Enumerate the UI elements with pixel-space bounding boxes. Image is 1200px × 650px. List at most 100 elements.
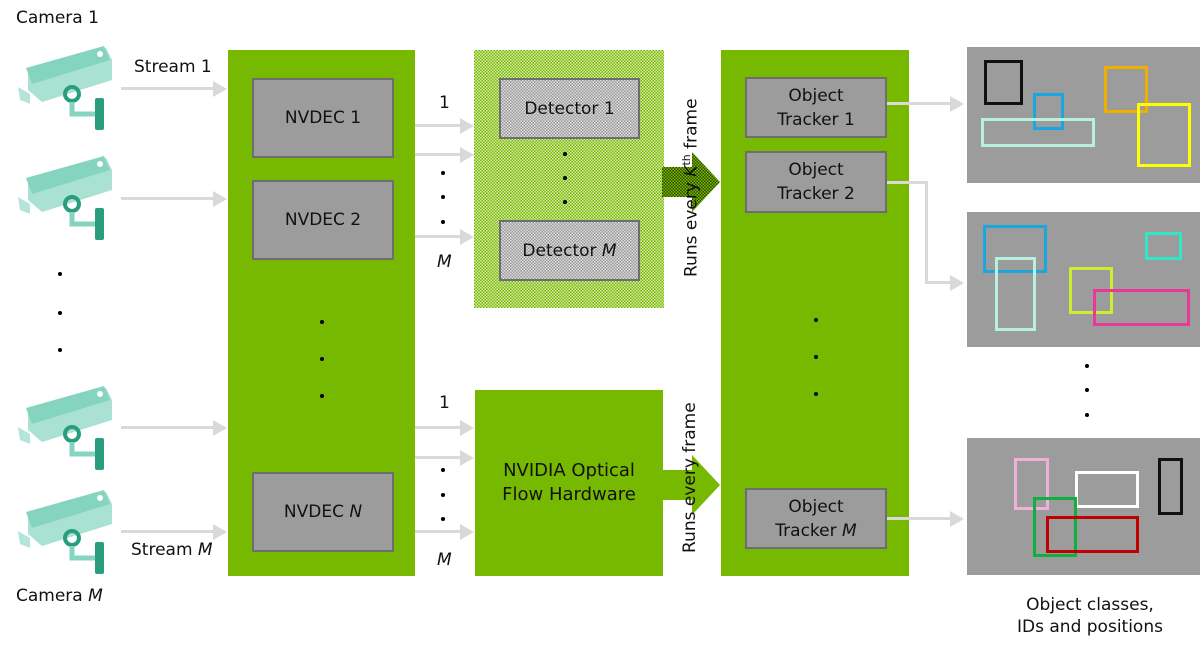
ellipsis-dot (58, 272, 62, 276)
bounding-box (1137, 103, 1191, 167)
nvdec-2-label: NVDEC 2 (284, 210, 362, 230)
ellipsis-dot (441, 468, 445, 472)
schedule-prefix: Runs every (681, 176, 702, 277)
nvdec-1-label: NVDEC 1 (284, 108, 362, 128)
schedule-var: K (681, 165, 702, 177)
tracker-1-line1: Object (788, 85, 844, 106)
nvdec-n-box: NVDEC N (252, 472, 394, 552)
ellipsis-dot (320, 394, 324, 398)
detector-1-box: Detector 1 (499, 78, 640, 139)
output-frame-2 (967, 212, 1200, 347)
ellipsis-dot (58, 348, 62, 352)
tracker-1-line2: Tracker 1 (777, 109, 855, 130)
output-arrow-line (887, 102, 951, 105)
optical-flow-box: NVIDIA Optical Flow Hardware (475, 390, 663, 576)
detector-1-label: Detector 1 (524, 98, 615, 119)
tracker-1-box: Object Tracker 1 (745, 77, 887, 138)
tracker-m-prefix: Tracker (775, 520, 843, 541)
detector-schedule-label: Runs every Kth frame (680, 98, 702, 277)
bounding-box (1075, 471, 1139, 508)
flow-arrow-line (415, 530, 462, 533)
detector-arrow-line (415, 124, 462, 127)
bounding-box (981, 118, 1095, 147)
tracker-m-line1: Object (788, 496, 844, 517)
ellipsis-dot (441, 195, 445, 199)
security-camera-icon (18, 46, 112, 130)
detector-m-label: Detector M (522, 239, 616, 263)
camera-m-label: Camera M (16, 586, 103, 606)
output-arrow-line (887, 181, 927, 184)
ellipsis-dot (563, 176, 567, 180)
stream-m-label: Stream M (131, 540, 213, 560)
nvdec-n-var: N (349, 502, 363, 522)
arrow-head-icon (950, 511, 964, 527)
stream-arrow-line (121, 197, 217, 200)
stream-m-prefix: Stream (131, 540, 198, 560)
output-frame-m (967, 438, 1200, 575)
arrow-head-icon (950, 96, 964, 112)
detector-input-m-label: M (437, 252, 452, 272)
ellipsis-dot (814, 318, 818, 322)
flow-arrow-line (415, 456, 462, 459)
stream-arrow-line (121, 530, 217, 533)
flow-arrow-line (415, 426, 462, 429)
security-camera-icon (18, 156, 112, 240)
ellipsis-dot (441, 220, 445, 224)
nvdec-1-box: NVDEC 1 (252, 78, 394, 158)
ellipsis-dot (814, 355, 818, 359)
bounding-box (1158, 458, 1183, 515)
stream-arrow-line (121, 426, 217, 429)
tracker-2-line1: Object (788, 160, 844, 180)
optical-flow-title-line1: NVIDIA Optical (503, 460, 635, 481)
ellipsis-dot (441, 493, 445, 497)
detector-input-1-label: 1 (439, 93, 450, 113)
optical-flow-title-line2: Flow Hardware (502, 484, 636, 505)
tracker-m-line2: Tracker M (775, 519, 856, 543)
ellipsis-dot (441, 171, 445, 175)
arrow-head-icon (213, 191, 227, 207)
arrow-head-icon (213, 524, 227, 540)
camera-1-label: Camera 1 (16, 8, 99, 28)
ellipsis-dot (563, 152, 567, 156)
output-caption-line2: IDs and positions (1017, 617, 1163, 637)
schedule-sup: th (680, 154, 693, 166)
nvdec-2-box: NVDEC 2 (252, 180, 394, 260)
arrow-head-icon (213, 81, 227, 97)
schedule-suffix: frame (681, 98, 702, 155)
detector-m-prefix: Detector (522, 240, 602, 261)
ellipsis-dot (320, 320, 324, 324)
ellipsis-dot (441, 517, 445, 521)
bounding-box (1093, 289, 1190, 326)
flow-input-m-label: M (437, 550, 452, 570)
arrow-head-icon (213, 420, 227, 436)
bounding-box (1046, 516, 1139, 553)
bounding-box (995, 257, 1036, 331)
ellipsis-dot (1085, 388, 1089, 392)
tracker-2-line2: Tracker 2 (777, 184, 855, 204)
arrow-head-icon (460, 147, 474, 163)
stream-m-var: M (197, 540, 213, 560)
detector-arrow-line (415, 235, 462, 238)
ellipsis-dot (58, 311, 62, 315)
flow-schedule-label: Runs every frame (680, 402, 700, 553)
arrow-head-icon (460, 420, 474, 436)
stream-1-label: Stream 1 (134, 57, 212, 77)
camera-m-prefix: Camera (16, 586, 89, 606)
ellipsis-dot (320, 357, 324, 361)
bounding-box (984, 60, 1023, 105)
output-caption-line1: Object classes, (1026, 595, 1154, 615)
output-arrow-line (925, 281, 951, 284)
nvdec-n-prefix: NVDEC (283, 502, 350, 522)
stream-arrow-line (121, 87, 217, 90)
output-arrow-line (925, 181, 928, 284)
nvdec-n-label: NVDEC N (284, 500, 362, 524)
camera-m-var: M (88, 586, 103, 606)
ellipsis-dot (1085, 364, 1089, 368)
security-camera-icon (18, 386, 112, 470)
arrow-head-icon (460, 118, 474, 134)
tracker-m-var: M (842, 520, 857, 541)
output-caption: Object classes, IDs and positions (1000, 594, 1180, 638)
output-arrow-line (887, 517, 951, 520)
ellipsis-dot (1085, 413, 1089, 417)
bounding-box (1145, 232, 1182, 260)
